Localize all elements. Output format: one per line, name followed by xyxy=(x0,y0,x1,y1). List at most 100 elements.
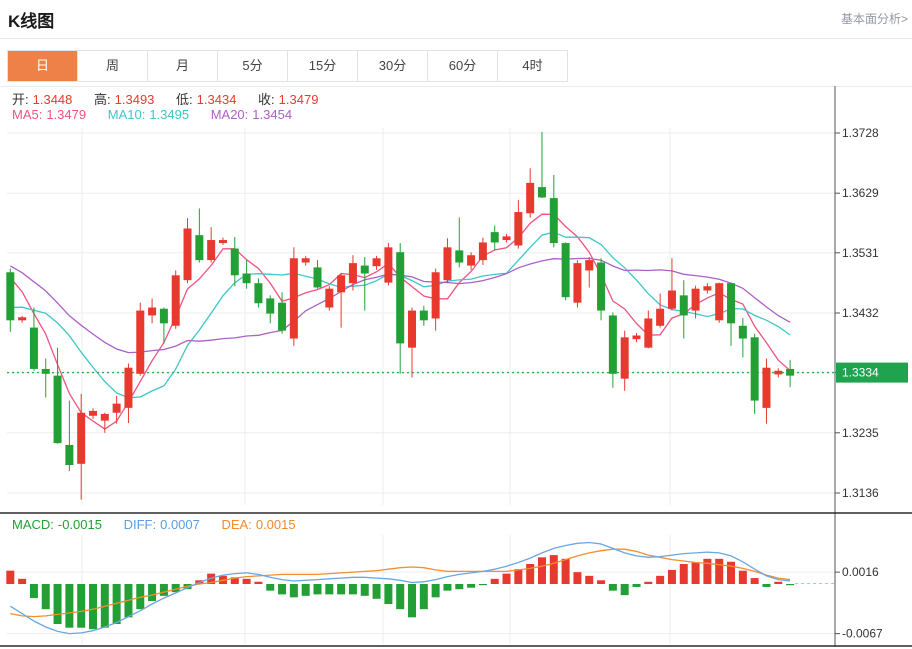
macd-bar xyxy=(786,584,795,586)
macd-bar xyxy=(467,584,476,588)
current-price-tag-value: 1.3334 xyxy=(842,366,879,380)
candle-body xyxy=(77,412,86,464)
macd-bar xyxy=(266,584,275,591)
macd-bar xyxy=(360,584,369,596)
macd-bar xyxy=(537,557,546,584)
candle-body xyxy=(715,283,724,321)
candle-body xyxy=(6,272,15,321)
candle-body xyxy=(691,288,700,311)
candle-body xyxy=(667,290,676,309)
candle-body xyxy=(561,243,570,298)
candle-body xyxy=(242,273,251,284)
macd-bar xyxy=(89,584,98,630)
candle-body xyxy=(656,308,665,326)
candle-body xyxy=(124,367,133,408)
candle-body xyxy=(502,236,511,241)
candle-body xyxy=(29,327,38,369)
macd-bar xyxy=(608,584,617,591)
candle-body xyxy=(632,335,641,340)
macd-bar xyxy=(408,584,417,618)
candle-body xyxy=(230,248,239,276)
candle-body xyxy=(148,307,157,316)
macd-bar xyxy=(148,584,157,602)
macd-bar xyxy=(727,561,736,584)
macd-bar xyxy=(632,584,641,587)
macd-bar xyxy=(490,578,499,584)
candle-body xyxy=(136,310,145,374)
axis-tick-label: -0.0067 xyxy=(842,627,883,641)
candle-body xyxy=(455,250,464,263)
macd-bar xyxy=(679,564,688,584)
macd-bar xyxy=(289,584,298,598)
macd-bar xyxy=(348,584,357,595)
candle-body xyxy=(18,317,27,321)
candle-body xyxy=(620,337,629,379)
macd-bar xyxy=(526,564,535,584)
candle-body xyxy=(65,444,74,466)
macd-bar xyxy=(514,569,523,584)
macd-bar xyxy=(41,584,50,610)
candle-body xyxy=(89,410,98,416)
macd-bar xyxy=(597,580,606,584)
candle-body xyxy=(112,403,121,413)
macd-bar xyxy=(278,584,287,595)
macd-bar xyxy=(691,562,700,584)
candle-body xyxy=(703,286,712,291)
candle-body xyxy=(537,187,546,198)
macd-bar xyxy=(396,584,405,610)
candle-body xyxy=(183,228,192,281)
candle-body xyxy=(573,263,582,303)
candle-body xyxy=(41,368,50,374)
macd-bar xyxy=(667,569,676,584)
candle-body xyxy=(526,182,535,214)
axis-tick-label: 1.3235 xyxy=(842,426,879,440)
macd-bar xyxy=(18,578,27,584)
candle-body xyxy=(679,295,688,316)
candle-body xyxy=(195,235,204,261)
macd-bar xyxy=(561,558,570,584)
candle-body xyxy=(419,310,428,321)
axis-tick-label: 1.3136 xyxy=(842,486,879,500)
axis-tick-label: 1.3728 xyxy=(842,126,879,140)
candle-body xyxy=(608,315,617,374)
candle-body xyxy=(597,262,606,311)
candle-body xyxy=(644,318,653,348)
axis-tick-label: 1.3531 xyxy=(842,246,879,260)
macd-bar xyxy=(549,555,558,584)
macd-bar xyxy=(384,584,393,604)
candle-body xyxy=(443,247,452,281)
macd-bar xyxy=(431,584,440,598)
macd-bar xyxy=(585,575,594,584)
candle-body xyxy=(100,413,109,421)
macd-bar xyxy=(313,584,322,595)
macd-bar xyxy=(242,578,251,584)
kline-chart[interactable]: 1.3728 1.3629 1.3531 1.3432 1.3235 1.3136 1.33… xyxy=(0,0,912,649)
candle-body xyxy=(348,263,357,284)
axis-tick-label: 0.0016 xyxy=(842,565,879,579)
macd-bar xyxy=(77,584,86,628)
candle-body xyxy=(408,310,417,348)
candle-body xyxy=(774,370,783,375)
macd-bar xyxy=(6,570,15,584)
macd-bar xyxy=(53,584,62,624)
candle-body xyxy=(738,325,747,339)
macd-bar xyxy=(254,581,263,584)
candle-body xyxy=(254,283,263,304)
candle-body xyxy=(207,240,216,261)
macd-bar xyxy=(656,575,665,584)
macd-bar xyxy=(443,584,452,591)
axis-tick-label: 1.3432 xyxy=(842,306,879,320)
macd-bar xyxy=(29,584,38,599)
macd-bar xyxy=(455,584,464,590)
candle-body xyxy=(431,272,440,319)
macd-bar xyxy=(774,581,783,584)
candle-body xyxy=(53,375,62,444)
candle-body xyxy=(301,258,310,263)
candle-body xyxy=(266,298,275,314)
candle-body xyxy=(750,337,759,401)
candle-body xyxy=(278,302,287,331)
macd-bar xyxy=(750,578,759,584)
macd-bar xyxy=(478,584,487,586)
macd-bar xyxy=(301,584,310,596)
macd-bar xyxy=(715,558,724,584)
